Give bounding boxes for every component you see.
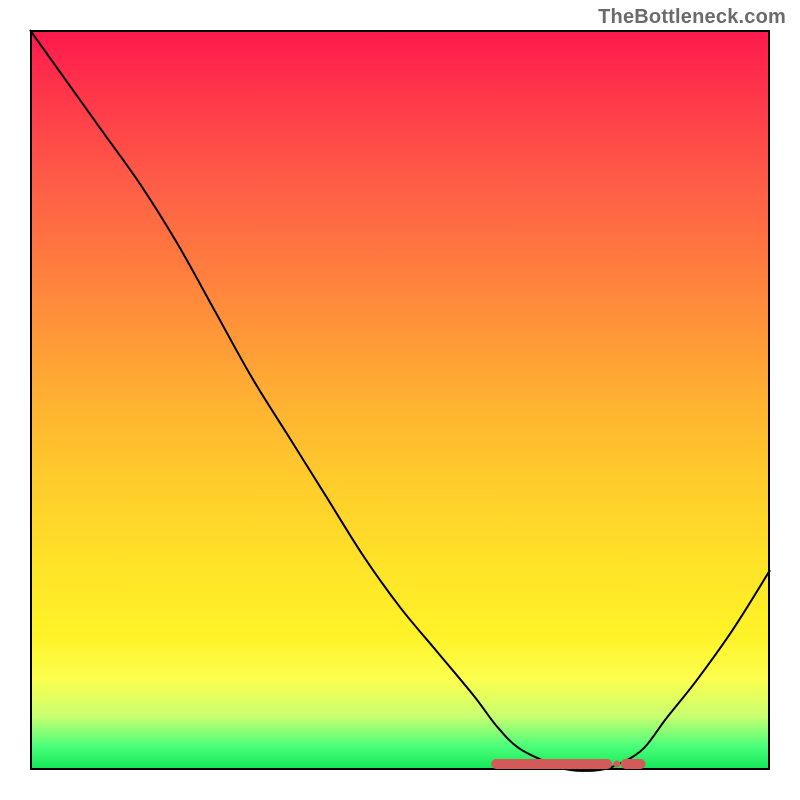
chart-container: TheBottleneck.com [0, 0, 800, 800]
chart-svg [30, 30, 770, 770]
watermark-text: TheBottleneck.com [598, 6, 786, 29]
optimal-range-markers [496, 761, 640, 768]
optimal-range-gap-dot [613, 761, 620, 768]
bottleneck-curve [30, 30, 770, 771]
